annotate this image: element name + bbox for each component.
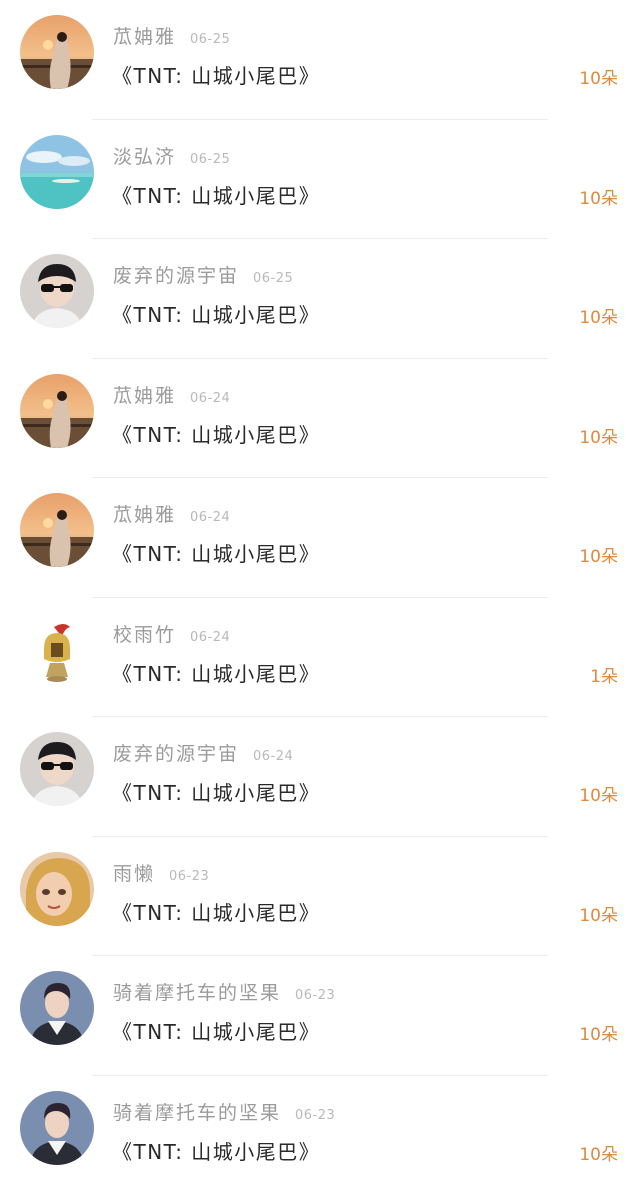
- gift-count: 10朵: [579, 901, 618, 926]
- list-item[interactable]: 雨懒06-23 《TNT: 山城小尾巴》 10朵: [0, 837, 640, 957]
- sea-avatar[interactable]: [20, 135, 94, 209]
- item-title: 《TNT: 山城小尾巴》: [112, 419, 320, 448]
- user-name[interactable]: 骑着摩托车的坚果06-23: [113, 1098, 335, 1125]
- list-item[interactable]: 废弃的源宇宙06-25 《TNT: 山城小尾巴》 10朵: [0, 239, 640, 359]
- user-name[interactable]: 废弃的源宇宙06-25: [113, 261, 293, 288]
- gift-count: 1朵: [590, 662, 618, 687]
- user-name[interactable]: 苽姌雅06-24: [113, 500, 230, 527]
- user-name[interactable]: 雨懒06-23: [113, 859, 209, 886]
- item-title: 《TNT: 山城小尾巴》: [112, 299, 320, 328]
- doll-avatar[interactable]: [20, 852, 94, 926]
- gift-count: 10朵: [579, 542, 618, 567]
- list-item[interactable]: 苽姌雅06-24 《TNT: 山城小尾巴》 10朵: [0, 478, 640, 598]
- gift-count: 10朵: [579, 423, 618, 448]
- helmet-avatar[interactable]: [20, 613, 94, 687]
- date: 06-23: [169, 869, 209, 884]
- item-title: 《TNT: 山城小尾巴》: [112, 60, 320, 89]
- item-title: 《TNT: 山城小尾巴》: [112, 1136, 320, 1165]
- date: 06-24: [190, 510, 230, 525]
- sunset-girl-avatar[interactable]: [20, 15, 94, 89]
- item-title: 《TNT: 山城小尾巴》: [112, 658, 320, 687]
- sunglasses-avatar[interactable]: [20, 254, 94, 328]
- date: 06-23: [295, 1108, 335, 1123]
- gift-count: 10朵: [579, 303, 618, 328]
- sunset-girl-avatar[interactable]: [20, 493, 94, 567]
- sunset-girl-avatar[interactable]: [20, 374, 94, 448]
- gift-list: 苽姌雅06-25 《TNT: 山城小尾巴》 10朵 淡弘济06-25 《TNT:…: [0, 0, 640, 1179]
- user-name[interactable]: 苽姌雅06-24: [113, 381, 230, 408]
- gift-count: 10朵: [579, 1020, 618, 1045]
- list-item[interactable]: 淡弘济06-25 《TNT: 山城小尾巴》 10朵: [0, 120, 640, 240]
- list-item[interactable]: 校雨竹06-24 《TNT: 山城小尾巴》 1朵: [0, 598, 640, 718]
- item-title: 《TNT: 山城小尾巴》: [112, 1016, 320, 1045]
- list-item[interactable]: 苽姌雅06-25 《TNT: 山城小尾巴》 10朵: [0, 0, 640, 120]
- date: 06-25: [190, 32, 230, 47]
- item-title: 《TNT: 山城小尾巴》: [112, 777, 320, 806]
- date: 06-24: [190, 630, 230, 645]
- date: 06-25: [190, 152, 230, 167]
- list-item[interactable]: 骑着摩托车的坚果06-23 《TNT: 山城小尾巴》 10朵: [0, 1076, 640, 1195]
- user-name[interactable]: 淡弘济06-25: [113, 142, 230, 169]
- gift-count: 10朵: [579, 1140, 618, 1165]
- date: 06-23: [295, 988, 335, 1003]
- item-title: 《TNT: 山城小尾巴》: [112, 538, 320, 567]
- item-title: 《TNT: 山城小尾巴》: [112, 180, 320, 209]
- gift-count: 10朵: [579, 184, 618, 209]
- user-name[interactable]: 废弃的源宇宙06-24: [113, 739, 293, 766]
- user-name[interactable]: 校雨竹06-24: [113, 620, 230, 647]
- gift-count: 10朵: [579, 781, 618, 806]
- list-item[interactable]: 骑着摩托车的坚果06-23 《TNT: 山城小尾巴》 10朵: [0, 956, 640, 1076]
- item-title: 《TNT: 山城小尾巴》: [112, 897, 320, 926]
- boy-portrait-avatar[interactable]: [20, 971, 94, 1045]
- boy-portrait-avatar[interactable]: [20, 1091, 94, 1165]
- sunglasses-avatar[interactable]: [20, 732, 94, 806]
- date: 06-24: [253, 749, 293, 764]
- date: 06-24: [190, 391, 230, 406]
- user-name[interactable]: 苽姌雅06-25: [113, 22, 230, 49]
- user-name[interactable]: 骑着摩托车的坚果06-23: [113, 978, 335, 1005]
- date: 06-25: [253, 271, 293, 286]
- list-item[interactable]: 苽姌雅06-24 《TNT: 山城小尾巴》 10朵: [0, 359, 640, 479]
- gift-count: 10朵: [579, 64, 618, 89]
- list-item[interactable]: 废弃的源宇宙06-24 《TNT: 山城小尾巴》 10朵: [0, 717, 640, 837]
